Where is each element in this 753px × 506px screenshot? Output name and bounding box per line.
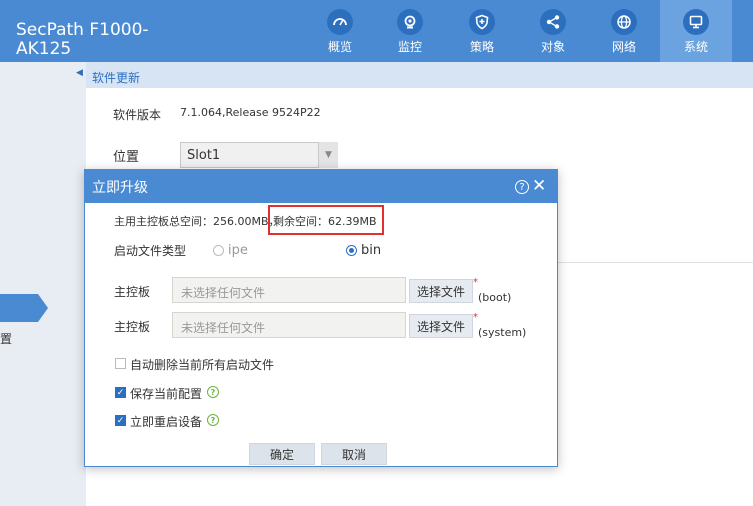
software-version-value: 7.1.064,Release 9524P22: [180, 106, 321, 119]
boot-file-input[interactable]: 未选择任何文件: [172, 277, 406, 303]
dialog-title: 立即升级: [92, 180, 148, 196]
collapse-sidebar-icon[interactable]: ◀: [76, 68, 84, 80]
radio-bin[interactable]: [346, 245, 357, 256]
remaining-space-text: 剩余空间：62.39MB: [273, 215, 377, 228]
help-icon[interactable]: ?: [207, 414, 219, 426]
nav-label: 概览: [327, 40, 352, 54]
system-screen-icon: [683, 9, 709, 35]
help-icon[interactable]: ?: [515, 180, 529, 194]
radio-bin-label: bin: [361, 243, 382, 258]
ok-button[interactable]: 确定: [249, 443, 315, 465]
share-nodes-icon: [540, 9, 566, 35]
left-sidebar: [0, 62, 86, 506]
required-star: *: [473, 277, 478, 288]
nav-label: 网络: [611, 40, 636, 54]
radio-ipe[interactable]: [213, 245, 224, 256]
breadcrumb-bar: [86, 62, 753, 88]
monitor-icon: [397, 9, 423, 35]
dialog-header: [84, 169, 558, 203]
save-config-label: 保存当前配置: [130, 387, 203, 401]
nav-policy[interactable]: 策略: [446, 0, 518, 62]
globe-icon: [611, 9, 637, 35]
logo-line-2: AK125: [16, 39, 72, 59]
nav-label: 策略: [469, 40, 494, 54]
shield-icon: [469, 9, 495, 35]
reboot-checkbox[interactable]: ✓: [115, 415, 126, 426]
nav-system[interactable]: 系统: [660, 0, 732, 62]
software-version-label: 软件版本: [113, 108, 162, 122]
close-icon[interactable]: ✕: [532, 176, 546, 196]
reboot-label: 立即重启设备: [130, 415, 203, 429]
nav-objects[interactable]: 对象: [517, 0, 589, 62]
breadcrumb-title: 软件更新: [92, 71, 141, 85]
nav-monitor[interactable]: 监控: [374, 0, 446, 62]
dashboard-icon: [327, 9, 353, 35]
boot-choose-file-button[interactable]: 选择文件: [409, 279, 473, 303]
required-star: *: [473, 312, 478, 323]
nav-overview[interactable]: 概览: [304, 0, 376, 62]
sidebar-item-label[interactable]: 置: [0, 330, 12, 347]
mainboard-system-label: 主控板: [114, 320, 151, 334]
cancel-button[interactable]: 取消: [321, 443, 387, 465]
boot-type-label: 启动文件类型: [114, 244, 187, 258]
radio-ipe-label: ipe: [228, 243, 248, 258]
total-space-text: 主用主控板总空间：256.00MB，: [114, 215, 280, 228]
boot-suffix: (boot): [478, 291, 512, 304]
nav-network[interactable]: 网络: [588, 0, 660, 62]
sidebar-active-item[interactable]: [0, 294, 48, 322]
save-config-checkbox[interactable]: ✓: [115, 387, 126, 398]
product-logo: SecPath F1000- AK125: [16, 21, 149, 59]
logo-line-1: SecPath F1000-: [16, 20, 149, 40]
auto-delete-label: 自动删除当前所有启动文件: [130, 358, 275, 372]
nav-label: 系统: [683, 40, 708, 54]
nav-label: 监控: [397, 40, 422, 54]
system-file-input[interactable]: 未选择任何文件: [172, 312, 406, 338]
system-choose-file-button[interactable]: 选择文件: [409, 314, 473, 338]
auto-delete-checkbox[interactable]: [115, 358, 126, 369]
location-select-value: Slot1: [187, 148, 221, 163]
mainboard-boot-label: 主控板: [114, 285, 151, 299]
help-icon[interactable]: ?: [207, 386, 219, 398]
system-suffix: (system): [478, 326, 527, 339]
section-divider: [558, 262, 753, 263]
nav-label: 对象: [540, 40, 565, 54]
location-label: 位置: [113, 150, 140, 165]
chevron-down-icon[interactable]: ▼: [318, 142, 338, 168]
